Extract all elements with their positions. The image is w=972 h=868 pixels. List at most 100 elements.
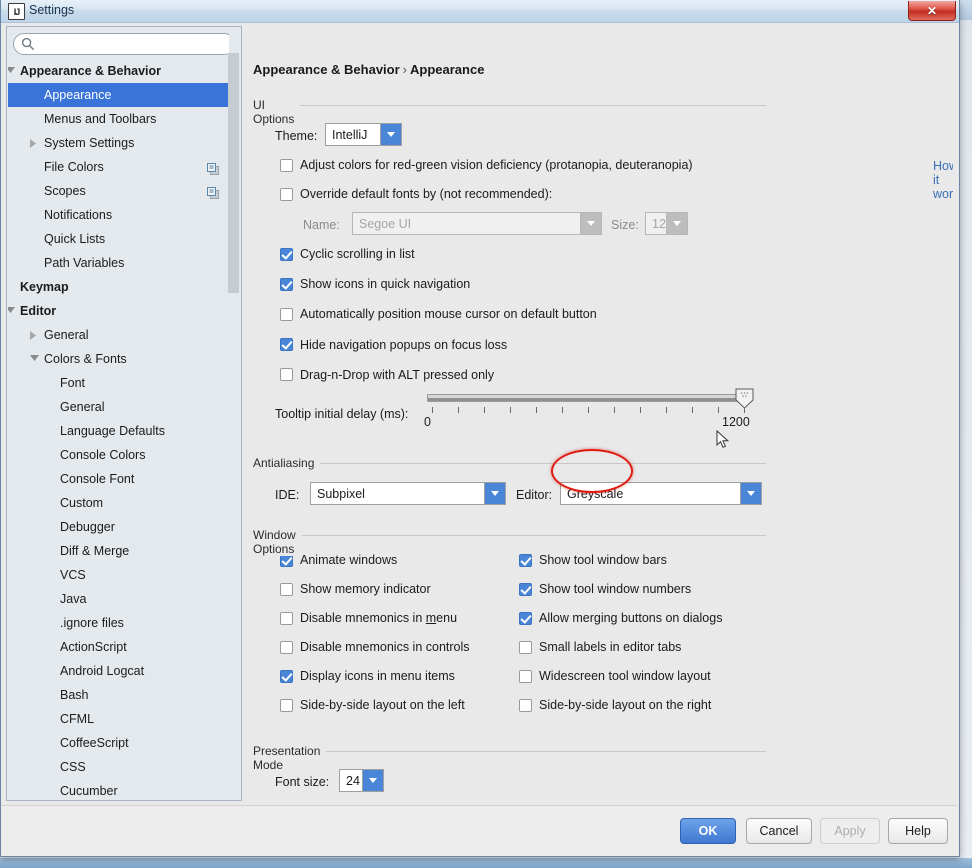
sidebar-item-actionscript[interactable]: ActionScript: [8, 635, 234, 659]
checkbox-cyclic-scrolling-in-list[interactable]: Cyclic scrolling in list: [280, 247, 415, 261]
checkbox-override-default-fonts[interactable]: Override default fonts by (not recommend…: [280, 187, 552, 201]
checkbox-side-by-side-layout-on-the-left[interactable]: Side-by-side layout on the left: [280, 698, 465, 712]
sidebar-item-label: Menus and Toolbars: [44, 107, 156, 131]
tooltip-delay-slider[interactable]: 0 1200: [427, 388, 757, 438]
sidebar-item-console-font[interactable]: Console Font: [8, 467, 234, 491]
sidebar-item-java[interactable]: Java: [8, 587, 234, 611]
sidebar-item-colors-fonts[interactable]: Colors & Fonts: [8, 347, 234, 371]
checkbox-disable-mnemonics-in-menu[interactable]: Disable mnemonics in menu: [280, 611, 457, 625]
sidebar-item-appearance-behavior[interactable]: Appearance & Behavior: [8, 59, 234, 83]
cancel-button[interactable]: Cancel: [746, 818, 812, 844]
sidebar-item-css[interactable]: CSS: [8, 755, 234, 779]
chevron-down-icon[interactable]: [362, 770, 383, 791]
sidebar-item-debugger[interactable]: Debugger: [8, 515, 234, 539]
sidebar-item-label: File Colors: [44, 155, 104, 179]
group-divider: [253, 105, 766, 106]
chevron-right-icon[interactable]: [30, 131, 41, 155]
checkbox-hide-navigation-popups-on-focus-loss[interactable]: Hide navigation popups on focus loss: [280, 338, 507, 352]
checkbox-allow-merging-buttons-on-dialogs[interactable]: Allow merging buttons on dialogs: [519, 611, 722, 625]
project-settings-icon: [207, 184, 220, 197]
chevron-down-icon[interactable]: [8, 59, 17, 83]
presentation-font-size-combobox[interactable]: 24: [339, 769, 384, 792]
checkbox-small-labels-in-editor-tabs[interactable]: Small labels in editor tabs: [519, 640, 681, 654]
checkbox-box: [280, 278, 293, 291]
checkbox-automatically-position-mouse-cursor-on-default-button[interactable]: Automatically position mouse cursor on d…: [280, 307, 597, 321]
sidebar-item-vcs[interactable]: VCS: [8, 563, 234, 587]
sidebar-item-appearance[interactable]: Appearance: [8, 83, 234, 107]
sidebar-item-general[interactable]: General: [8, 323, 234, 347]
checkbox-show-tool-window-numbers[interactable]: Show tool window numbers: [519, 582, 691, 596]
chevron-down-icon[interactable]: [484, 483, 505, 504]
checkbox-show-icons-in-quick-navigation[interactable]: Show icons in quick navigation: [280, 277, 470, 291]
sidebar-item-scopes[interactable]: Scopes: [8, 179, 234, 203]
sidebar-item-path-variables[interactable]: Path Variables: [8, 251, 234, 275]
sidebar-item-system-settings[interactable]: System Settings: [8, 131, 234, 155]
checkbox-show-tool-window-bars[interactable]: Show tool window bars: [519, 553, 667, 567]
checkbox-label: Disable mnemonics in menu: [300, 611, 457, 625]
sidebar-item-coffeescript[interactable]: CoffeeScript: [8, 731, 234, 755]
how-it-works-link[interactable]: How it works: [933, 159, 953, 201]
slider-thumb[interactable]: [735, 388, 754, 409]
sidebar-item-diff-merge[interactable]: Diff & Merge: [8, 539, 234, 563]
sidebar-item-console-colors[interactable]: Console Colors: [8, 443, 234, 467]
sidebar-item-notifications[interactable]: Notifications: [8, 203, 234, 227]
sidebar-item-keymap[interactable]: Keymap: [8, 275, 234, 299]
search-input[interactable]: [13, 33, 235, 55]
chevron-down-icon[interactable]: [380, 124, 401, 145]
sidebar-item-label: Appearance: [44, 83, 111, 107]
checkbox-box: [280, 641, 293, 654]
sidebar-item-label: CFML: [60, 707, 94, 731]
checkbox-disable-mnemonics-in-controls[interactable]: Disable mnemonics in controls: [280, 640, 470, 654]
sidebar-item-label: Android Logcat: [60, 659, 144, 683]
sidebar-scrollbar-track[interactable]: [229, 27, 240, 799]
sidebar-item-language-defaults[interactable]: Language Defaults: [8, 419, 234, 443]
help-button[interactable]: Help: [888, 818, 948, 844]
chevron-down-icon[interactable]: [740, 483, 761, 504]
close-icon[interactable]: ✕: [908, 1, 956, 21]
sidebar-item-cucumber[interactable]: Cucumber: [8, 779, 234, 799]
slider-track[interactable]: [427, 394, 747, 402]
ok-button[interactable]: OK: [680, 818, 736, 844]
font-name-combobox[interactable]: Segoe UI: [352, 212, 602, 235]
checkbox-label: Widescreen tool window layout: [539, 669, 711, 683]
window-options-title: Window Options: [253, 528, 302, 556]
checkbox-box: [519, 641, 532, 654]
ide-antialiasing-combobox[interactable]: Subpixel: [310, 482, 506, 505]
sidebar-item-custom[interactable]: Custom: [8, 491, 234, 515]
chevron-down-icon[interactable]: [30, 347, 41, 371]
checkbox-side-by-side-layout-on-the-right[interactable]: Side-by-side layout on the right: [519, 698, 711, 712]
chevron-down-icon[interactable]: [8, 299, 17, 323]
sidebar-item-file-colors[interactable]: File Colors: [8, 155, 234, 179]
sidebar-item-label: Scopes: [44, 179, 86, 203]
font-size-combobox-ui[interactable]: 12: [645, 212, 688, 235]
chevron-down-icon[interactable]: [666, 213, 687, 234]
sidebar-item-label: Cucumber: [60, 779, 118, 799]
sidebar-item-general[interactable]: General: [8, 395, 234, 419]
sidebar-item-label: Keymap: [20, 275, 69, 299]
checkbox-adjust-colors-colorblind[interactable]: Adjust colors for red-green vision defic…: [280, 158, 693, 172]
sidebar-item-editor[interactable]: Editor: [8, 299, 234, 323]
sidebar-item-font[interactable]: Font: [8, 371, 234, 395]
checkbox-display-icons-in-menu-items[interactable]: Display icons in menu items: [280, 669, 455, 683]
checkbox-widescreen-tool-window-layout[interactable]: Widescreen tool window layout: [519, 669, 711, 683]
sidebar-item-cfml[interactable]: CFML: [8, 707, 234, 731]
sidebar-scrollbar-thumb[interactable]: [228, 53, 239, 293]
theme-combobox[interactable]: IntelliJ: [325, 123, 402, 146]
settings-tree[interactable]: Appearance & BehaviorAppearanceMenus and…: [8, 59, 234, 799]
slider-tick: [484, 407, 485, 413]
editor-antialiasing-combobox[interactable]: Greyscale: [560, 482, 762, 505]
checkbox-label: Small labels in editor tabs: [539, 640, 681, 654]
breadcrumb-parent[interactable]: Appearance & Behavior: [253, 62, 400, 77]
checkbox-drag-n-drop-with-alt-pressed-only[interactable]: Drag-n-Drop with ALT pressed only: [280, 368, 494, 382]
sidebar-item-menus-and-toolbars[interactable]: Menus and Toolbars: [8, 107, 234, 131]
sidebar-item-android-logcat[interactable]: Android Logcat: [8, 659, 234, 683]
chevron-right-icon[interactable]: [30, 323, 41, 347]
chevron-down-icon[interactable]: [580, 213, 601, 234]
checkbox-box: [519, 612, 532, 625]
sidebar-item-ignore-files[interactable]: .ignore files: [8, 611, 234, 635]
sidebar-item-bash[interactable]: Bash: [8, 683, 234, 707]
sidebar-item-quick-lists[interactable]: Quick Lists: [8, 227, 234, 251]
group-divider: [253, 463, 766, 464]
checkbox-show-memory-indicator[interactable]: Show memory indicator: [280, 582, 431, 596]
sidebar-item-label: Bash: [60, 683, 89, 707]
